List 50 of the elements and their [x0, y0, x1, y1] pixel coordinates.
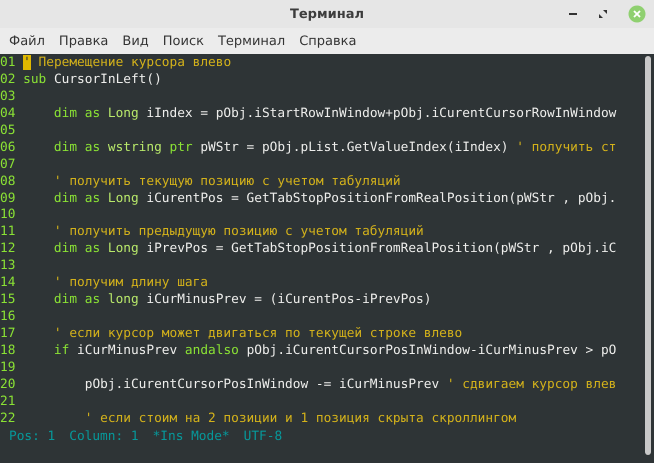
line-number: 07 [0, 156, 16, 174]
code-line: dim as Long iCurentPos = GetTabStopPositionFromRealPosition(pWStr , pObj. [52, 190, 616, 208]
line-number: 02 [0, 72, 16, 89]
code-line: ' если курсор может двигаться по текущей строке влево [52, 326, 462, 343]
code-line: dim as Long iPrevPos = GetTabStopPositionFromRealPosition(pWStr , pObj.iC [52, 241, 616, 258]
code-line: ' если стоим на 2 позиции и 1 позиция скрыта скроллингом [84, 410, 516, 428]
menu-item[interactable]: Справка [292, 34, 364, 48]
line-number: 04 [0, 106, 16, 123]
line-number: 08 [0, 174, 16, 190]
line-number: 11 [0, 224, 16, 242]
line-number: 18 [0, 342, 16, 360]
line-number: 13 [0, 258, 16, 276]
maximize-icon[interactable] [598, 9, 608, 19]
menu-item[interactable]: Правка [52, 34, 116, 48]
code-line: sub CursorInLeft() [23, 72, 162, 89]
line-number: 22 [0, 410, 16, 428]
scrollbar[interactable] [645, 56, 651, 455]
line-number: 01 [0, 55, 16, 72]
minimize-icon[interactable] [568, 12, 578, 16]
code-line: ' получить текущую позицию с учетом табуляций [52, 174, 401, 190]
line-number: 09 [0, 190, 16, 208]
line-number: 05 [0, 122, 16, 140]
code-line: dim as Long iIndex = pObj.iStartRowInWindow+pObj.iCurentCursorRowInWindow [52, 106, 616, 123]
status-text: Column: 1 [69, 428, 139, 446]
menu-item[interactable]: Поиск [156, 34, 211, 48]
status-text: *Ins Mode* [152, 428, 230, 446]
code-line: dim as long iCurMinusPrev = (iCurentPos-iPrevPos) [52, 292, 432, 310]
status-text: UTF-8 [244, 428, 282, 446]
line-number: 06 [0, 140, 16, 157]
window-title: Терминал [290, 6, 364, 22]
menu-item[interactable]: Терминал [210, 34, 292, 48]
line-number: 03 [0, 88, 16, 106]
code-line: ' получим длину шага [52, 275, 208, 292]
menu-item[interactable]: Вид [115, 34, 156, 48]
menu-item[interactable]: Файл [2, 34, 52, 48]
line-number: 12 [0, 241, 16, 258]
code-line: pObj.iCurentCursorPosInWindow -= iCurMinusPrev ' сдвигаем курсор влев [84, 376, 616, 394]
line-number: 15 [0, 292, 16, 310]
line-number: 14 [0, 275, 16, 292]
code-line: ' получить предыдущую позицию с учетом табуляций [52, 224, 424, 242]
code-line: dim as wstring ptr pWStr = pObj.pList.GetValueIndex(iIndex) ' получить ст [52, 140, 616, 157]
code-line: if iCurMinusPrev andalso pObj.iCurentCursorPosInWindow-iCurMinusPrev > pO [52, 342, 616, 360]
code-line: ' Перемещение курсора влево [23, 55, 232, 72]
status-text: Pos: 1 [9, 428, 56, 446]
line-number: 19 [0, 360, 16, 377]
line-number: 21 [0, 394, 16, 411]
line-number: 20 [0, 376, 16, 394]
line-number: 16 [0, 309, 16, 326]
line-number: 10 [0, 207, 16, 224]
line-number: 17 [0, 326, 16, 343]
